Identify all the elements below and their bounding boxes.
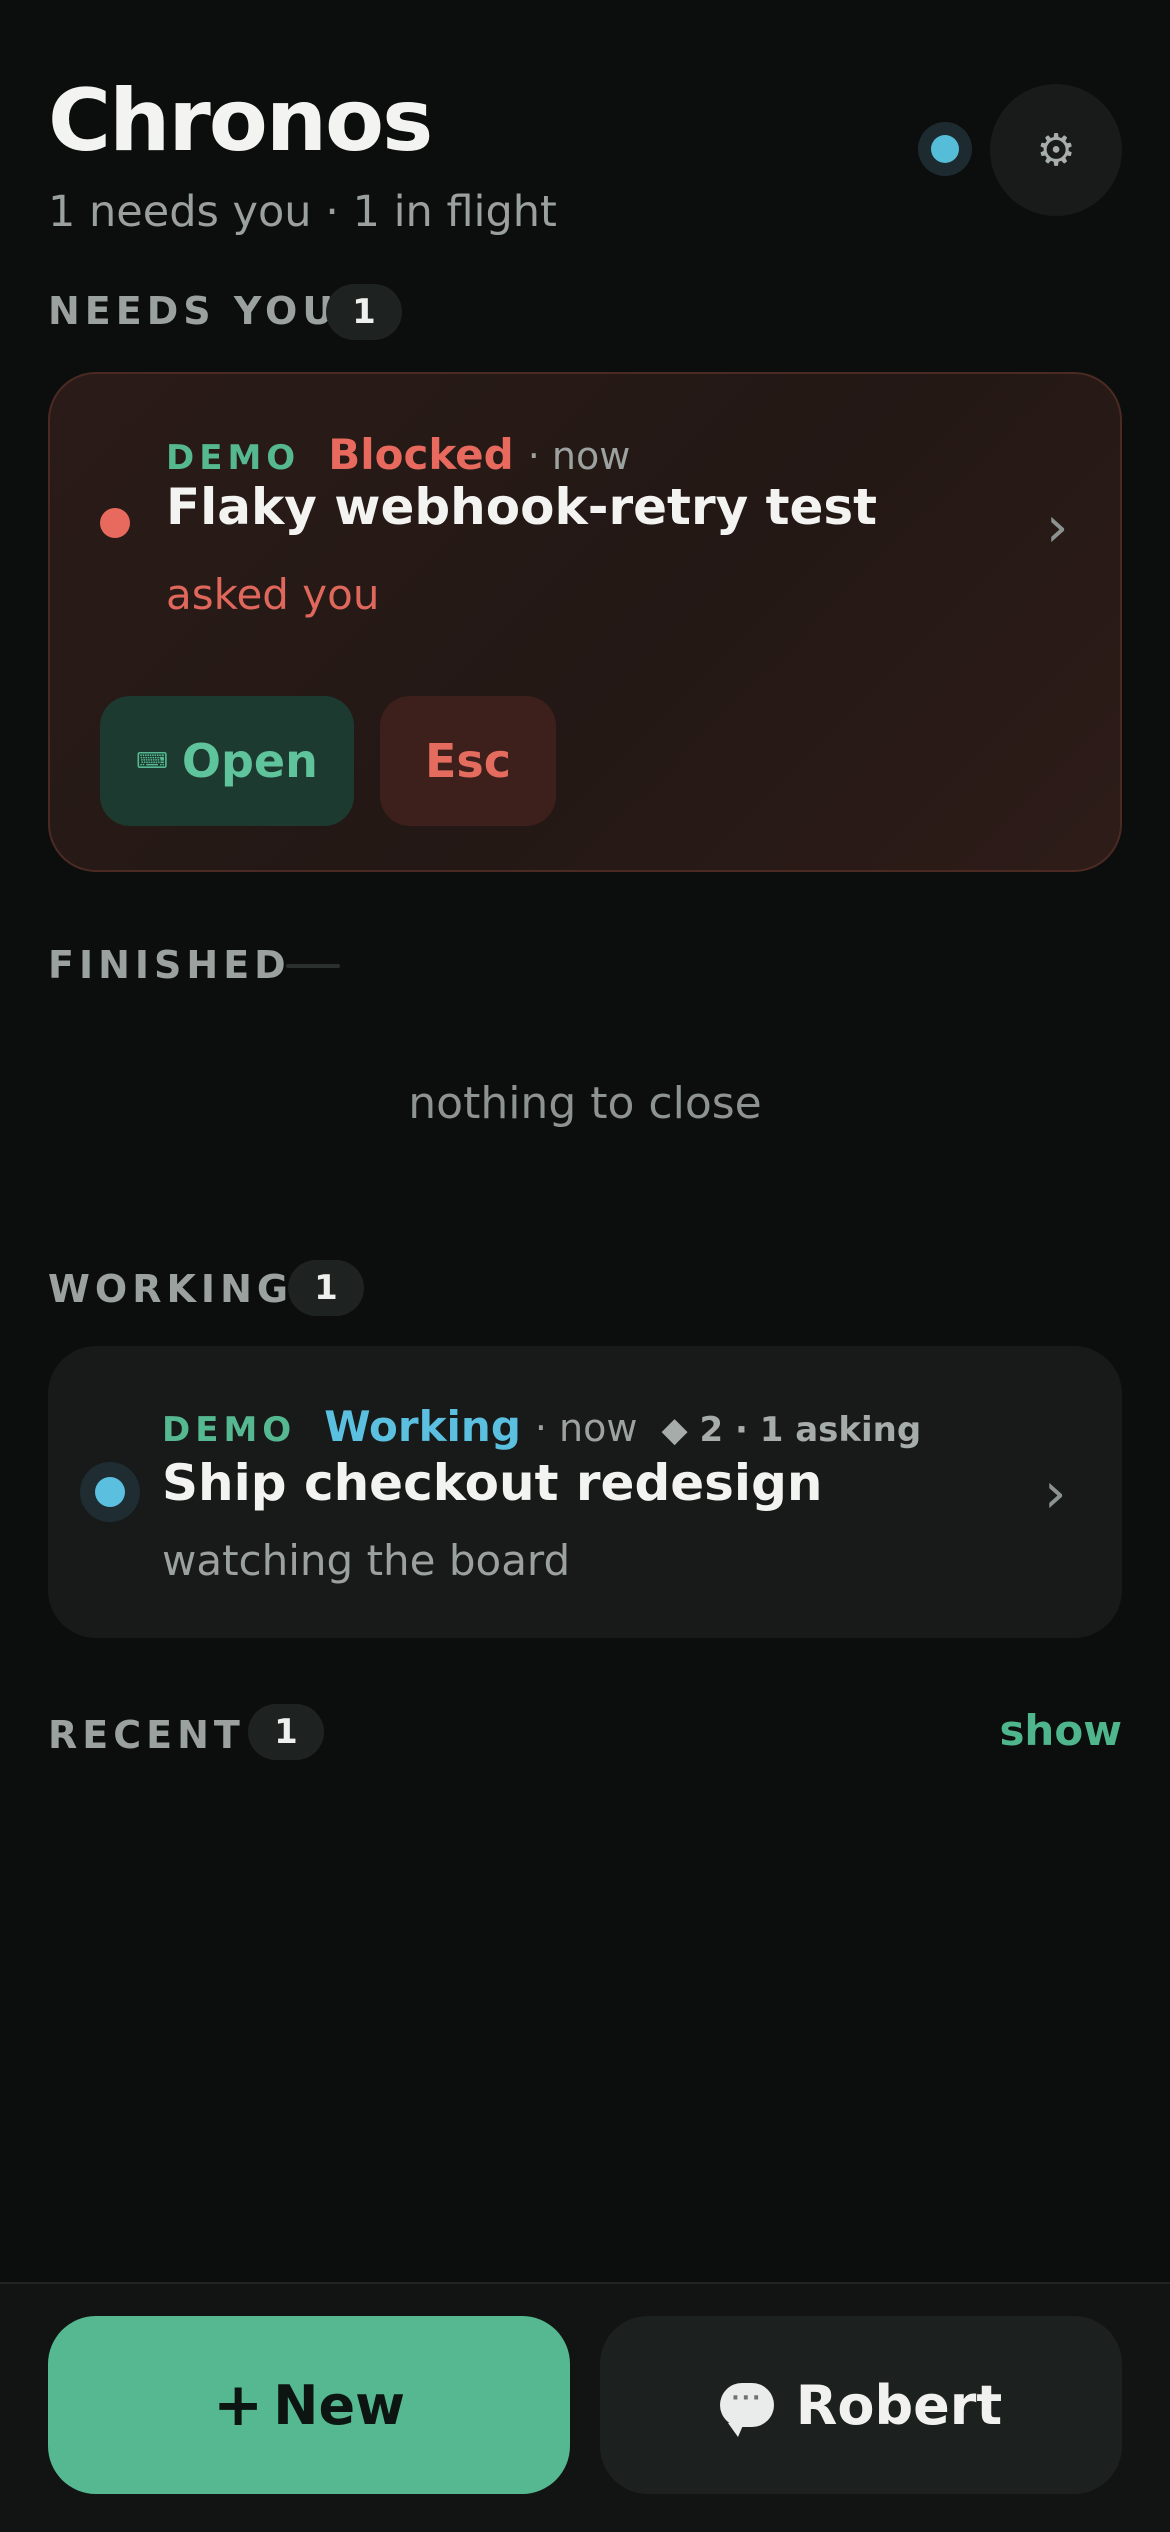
status-blocked-label: Blocked xyxy=(328,430,514,479)
open-button[interactable]: ⌨ Open xyxy=(100,696,354,826)
app-subtitle: 1 needs you · 1 in flight xyxy=(48,187,557,237)
section-label-needs-you: NEEDS YOU xyxy=(48,289,339,333)
task-title: Flaky webhook-retry test xyxy=(166,478,878,536)
task-time: · now xyxy=(534,1406,638,1450)
blocked-task-card[interactable]: DEMO Blocked · now Flaky webhook-retry t… xyxy=(48,372,1122,872)
task-title: Ship checkout redesign xyxy=(162,1454,823,1512)
chat-robert-button[interactable]: ··· Robert xyxy=(600,2316,1122,2494)
app-title: Chronos xyxy=(48,71,433,171)
needs-you-count-badge: 1 xyxy=(326,284,402,340)
subtask-meta: ◆ 2 · 1 asking xyxy=(661,1410,922,1450)
new-task-button[interactable]: + New xyxy=(48,2316,570,2494)
task-time: · now xyxy=(527,434,631,478)
connection-status-indicator xyxy=(918,122,972,176)
blocked-status-dot xyxy=(100,508,130,538)
chevron-right-icon: › xyxy=(1044,1461,1067,1526)
gear-icon: ⚙ xyxy=(1036,124,1076,176)
working-status-dot xyxy=(95,1477,125,1507)
task-subtitle: watching the board xyxy=(162,1536,571,1585)
chat-bubble-icon: ··· xyxy=(719,2383,774,2437)
finished-empty-text: nothing to close xyxy=(408,1078,762,1129)
working-count-badge: 1 xyxy=(288,1260,364,1316)
working-task-card[interactable]: DEMO Working · now ◆ 2 · 1 asking Ship c… xyxy=(48,1346,1122,1638)
demo-tag: DEMO xyxy=(162,1410,297,1450)
robert-button-label: Robert xyxy=(795,2373,1003,2437)
new-button-label: New xyxy=(273,2373,405,2437)
finished-empty-divider xyxy=(286,964,340,968)
section-label-working: WORKING xyxy=(48,1267,294,1311)
task-meta-row: DEMO Blocked · now xyxy=(166,430,630,479)
status-working-label: Working xyxy=(324,1402,521,1451)
settings-button[interactable]: ⚙ xyxy=(990,84,1122,216)
task-subtitle: asked you xyxy=(166,570,380,619)
section-label-finished: FINISHED xyxy=(48,943,291,987)
escalate-button[interactable]: Esc xyxy=(380,696,556,826)
plus-icon: + xyxy=(213,2370,264,2440)
demo-tag: DEMO xyxy=(166,438,301,478)
open-button-label: Open xyxy=(181,734,318,788)
keyboard-icon: ⌨ xyxy=(136,748,168,774)
section-label-recent: RECENT xyxy=(48,1713,245,1757)
chevron-right-icon: › xyxy=(1046,495,1069,560)
task-meta-row: DEMO Working · now ◆ 2 · 1 asking xyxy=(162,1402,921,1451)
recent-count-badge: 1 xyxy=(248,1704,324,1760)
show-recent-link[interactable]: show xyxy=(999,1706,1122,1755)
